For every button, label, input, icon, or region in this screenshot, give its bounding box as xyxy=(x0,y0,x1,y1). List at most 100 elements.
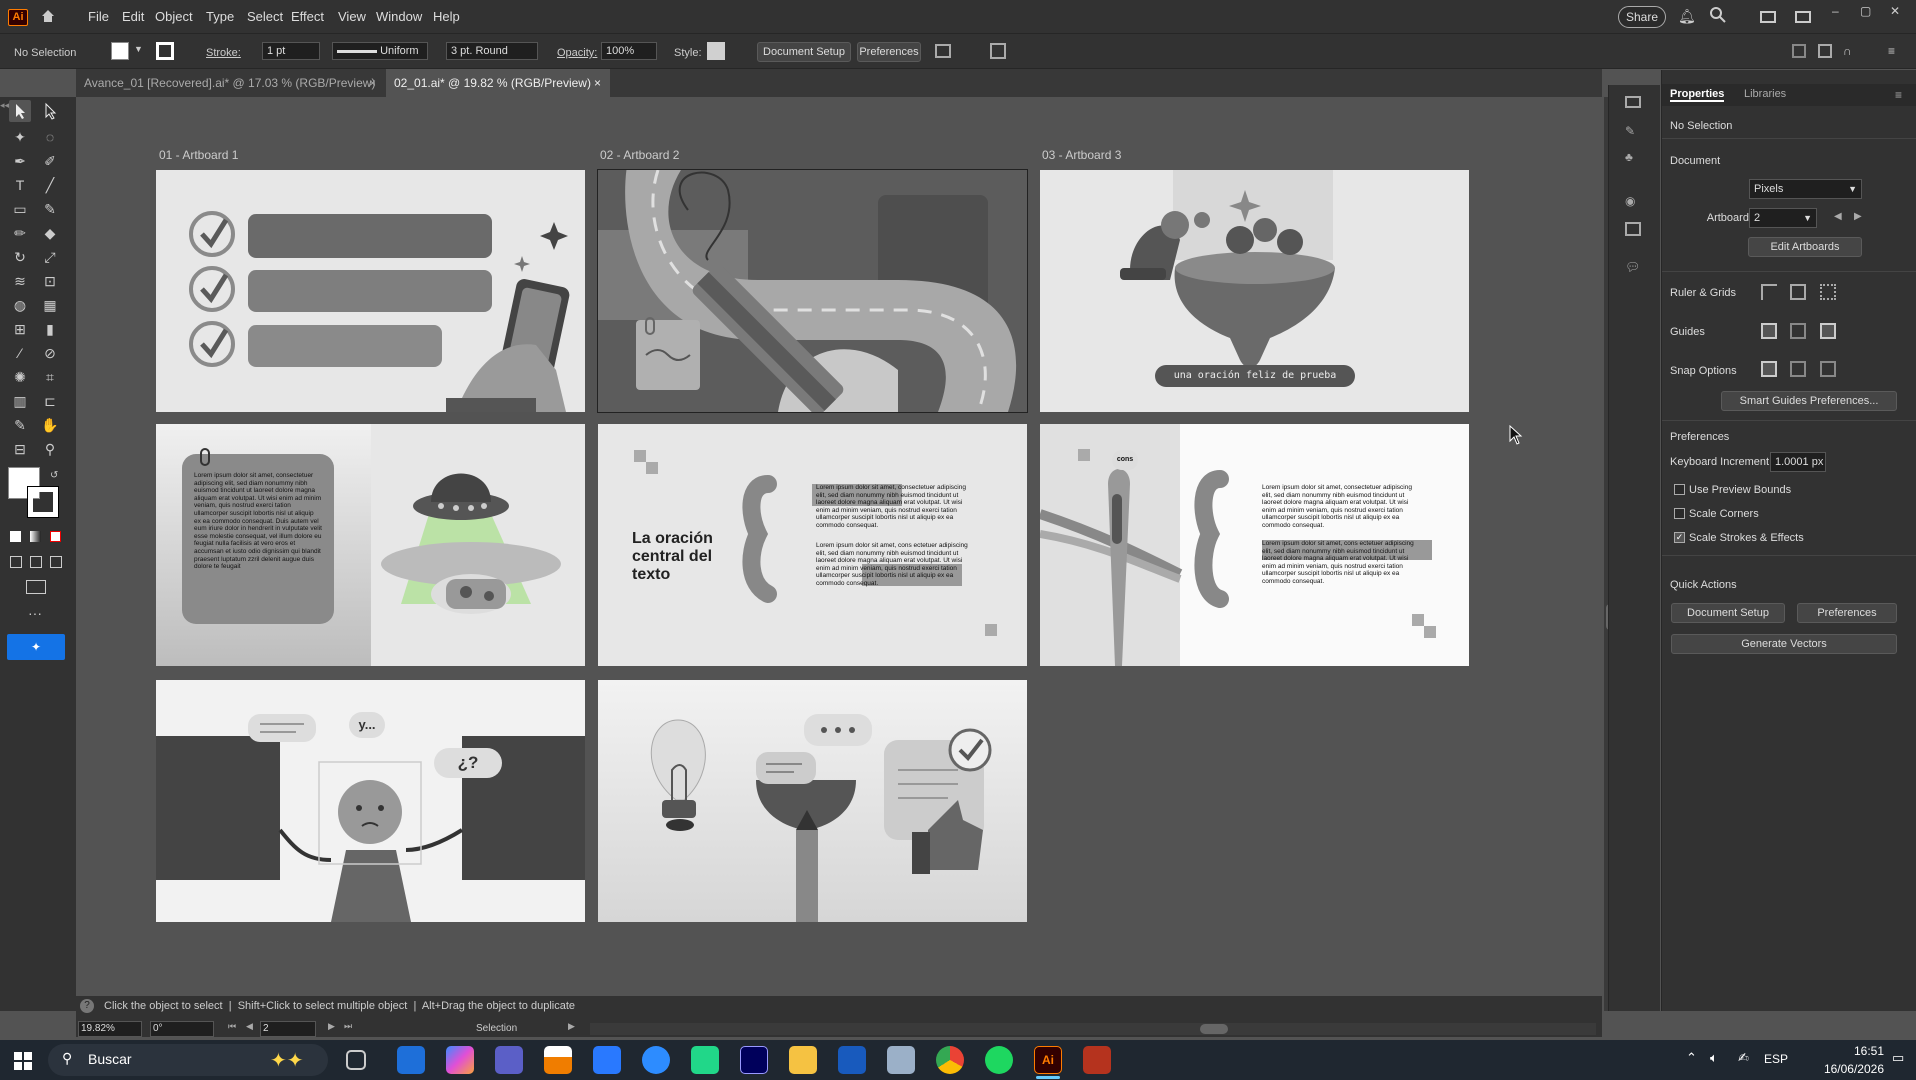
graph-tool-icon[interactable]: ▥ xyxy=(9,390,31,412)
fill-swatch[interactable] xyxy=(111,42,129,60)
line-tool-icon[interactable]: ╱ xyxy=(39,174,61,196)
winrar-icon[interactable] xyxy=(1083,1046,1111,1074)
direct-selection-icon[interactable] xyxy=(39,100,61,122)
properties-panel-icon[interactable] xyxy=(1625,96,1641,108)
rotation-field[interactable]: 0° xyxy=(150,1021,214,1037)
stroke-color-swatch[interactable] xyxy=(27,486,59,518)
artboard-7[interactable]: y... ¿? xyxy=(156,680,585,922)
qa-preferences-button[interactable]: Preferences xyxy=(1797,603,1897,623)
next-artboard-nav-icon[interactable]: ▶ xyxy=(328,1021,335,1032)
arrange-icon[interactable] xyxy=(1795,11,1811,23)
volume-icon[interactable]: 🔈︎ xyxy=(1710,1050,1718,1066)
menu-file[interactable]: File xyxy=(88,0,109,34)
menu-help[interactable]: Help xyxy=(433,0,460,34)
none-mode-icon[interactable] xyxy=(50,531,61,542)
eraser-icon[interactable]: ◆ xyxy=(39,222,61,244)
arrange-docs-icon[interactable] xyxy=(935,44,951,58)
camtasia-icon[interactable] xyxy=(691,1046,719,1074)
preferences-button[interactable]: Preferences xyxy=(857,42,921,62)
pencil-icon[interactable]: ✎ xyxy=(9,414,31,436)
zoom-app-icon[interactable] xyxy=(642,1046,670,1074)
minimize-icon[interactable]: – xyxy=(1832,4,1839,18)
menu-window[interactable]: Window xyxy=(376,0,422,34)
edit-artboards-button[interactable]: Edit Artboards xyxy=(1748,237,1862,257)
artboard-icon[interactable]: ⊏ xyxy=(39,390,61,412)
next-artboard-icon[interactable]: ▶ xyxy=(1854,211,1862,222)
scale-strokes-checkbox[interactable]: ✓ xyxy=(1674,532,1685,543)
grid-icon[interactable] xyxy=(1790,284,1806,300)
document-setup-button[interactable]: Document Setup xyxy=(757,42,851,62)
share-button[interactable]: Share xyxy=(1618,6,1666,28)
menu-effect[interactable]: Effect xyxy=(291,0,324,34)
comments-panel-icon[interactable]: 💬︎ xyxy=(1625,260,1640,274)
blend-icon[interactable]: ⊘ xyxy=(39,342,61,364)
close-tab-icon[interactable]: × xyxy=(594,69,601,97)
keyboard-increment-field[interactable]: 1.0001 px xyxy=(1770,452,1826,472)
premiere-icon[interactable] xyxy=(740,1046,768,1074)
snap-point-icon[interactable] xyxy=(1761,361,1777,377)
slice-icon[interactable]: ⌗ xyxy=(39,366,61,388)
menu-icon[interactable]: ≡ xyxy=(1888,44,1895,58)
help-icon[interactable]: ? xyxy=(80,999,94,1013)
horizontal-scrollbar[interactable] xyxy=(590,1023,1596,1035)
word-icon[interactable] xyxy=(838,1046,866,1074)
appearance-panel-icon[interactable]: ◉ xyxy=(1625,194,1635,208)
transform-icon[interactable] xyxy=(1818,44,1832,58)
draw-inside-icon[interactable] xyxy=(50,556,62,568)
mesh-icon[interactable]: ⊞ xyxy=(9,318,31,340)
zoom-tool-icon[interactable]: ⚲ xyxy=(39,438,61,460)
magnet-icon[interactable]: ∩ xyxy=(1843,44,1852,58)
use-preview-bounds-checkbox[interactable] xyxy=(1674,484,1685,495)
stroke-label[interactable]: Stroke: xyxy=(206,44,241,62)
notifications-icon[interactable]: ▭ xyxy=(1892,1050,1904,1066)
gradient-icon[interactable]: ▮ xyxy=(39,318,61,340)
stroke-weight-field[interactable]: 1 pt xyxy=(262,42,320,60)
smart-guides-preferences-button[interactable]: Smart Guides Preferences... xyxy=(1721,391,1897,411)
todo-icon[interactable] xyxy=(593,1046,621,1074)
gradient-mode-icon[interactable] xyxy=(30,531,41,542)
status-menu-icon[interactable]: ▶ xyxy=(568,1021,575,1032)
stroke-swatch[interactable] xyxy=(156,42,174,60)
menu-select[interactable]: Select xyxy=(247,0,283,34)
pen-icon[interactable]: ✍︎ xyxy=(1738,1050,1749,1066)
language-indicator[interactable]: ESP xyxy=(1764,1052,1788,1066)
artboard-1[interactable] xyxy=(156,170,585,412)
workspace-icon[interactable] xyxy=(1760,11,1776,23)
menu-view[interactable]: View xyxy=(338,0,366,34)
outlook-icon[interactable] xyxy=(397,1046,425,1074)
magic-wand-icon[interactable]: ✦ xyxy=(9,126,31,148)
artboard-4[interactable]: Lorem ipsum dolor sit amet, consectetuer… xyxy=(156,424,585,666)
tab-properties[interactable]: Properties xyxy=(1670,88,1725,102)
task-view-icon[interactable] xyxy=(346,1050,366,1070)
spotify-icon[interactable] xyxy=(985,1046,1013,1074)
artboard-3[interactable]: una oración feliz de prueba xyxy=(1040,170,1469,412)
maximize-icon[interactable]: ▢ xyxy=(1860,4,1871,18)
free-transform-icon[interactable]: ⊡ xyxy=(39,270,61,292)
type-tool-icon[interactable]: T xyxy=(9,174,31,196)
menu-edit[interactable]: Edit xyxy=(122,0,144,34)
brush-select[interactable]: 3 pt. Round xyxy=(446,42,538,60)
menu-type[interactable]: Type xyxy=(206,0,234,34)
artboards-panel-icon[interactable] xyxy=(1625,222,1641,236)
tab-02-01[interactable]: 02_01.ai* @ 19.82 % (RGB/Preview) × xyxy=(386,69,610,97)
ruler-icon[interactable] xyxy=(1761,284,1777,300)
chevron-down-icon[interactable]: ▼ xyxy=(134,44,143,54)
zoom-field[interactable]: 19.82% xyxy=(78,1021,142,1037)
snap-glyph-icon[interactable] xyxy=(1820,361,1836,377)
symbol-sprayer-icon[interactable]: ✺ xyxy=(9,366,31,388)
file-explorer-icon[interactable] xyxy=(789,1046,817,1074)
close-tab-icon[interactable]: × xyxy=(369,69,376,97)
snap-pixel-icon[interactable] xyxy=(1790,361,1806,377)
prev-artboard-nav-icon[interactable]: ◀ xyxy=(246,1021,253,1032)
rectangle-tool-icon[interactable]: ▭ xyxy=(9,198,31,220)
paintbrush-icon[interactable]: ✎ xyxy=(39,198,61,220)
search-icon[interactable] xyxy=(1709,6,1727,24)
brush-panel-icon[interactable]: ✎ xyxy=(1625,124,1635,138)
generative-icon[interactable]: ✦ xyxy=(7,634,65,660)
opacity-label[interactable]: Opacity: xyxy=(557,44,597,62)
align-icon[interactable] xyxy=(1792,44,1806,58)
panel-menu-icon[interactable]: ≡ xyxy=(1895,88,1902,102)
show-guides-icon[interactable] xyxy=(1761,323,1777,339)
selection-tool-icon[interactable] xyxy=(9,100,31,122)
artboard-2[interactable] xyxy=(597,169,1028,413)
